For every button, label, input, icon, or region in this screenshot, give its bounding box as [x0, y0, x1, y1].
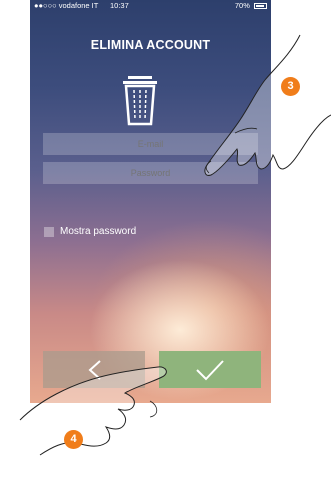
show-password-checkbox[interactable]: [44, 226, 54, 237]
step-marker-3: 3: [281, 77, 300, 96]
show-password-toggle[interactable]: Mostra password: [44, 226, 136, 237]
hand-pointer-icon: [204, 34, 331, 176]
hand-pointer-icon-bottom: [19, 366, 167, 456]
clock: 10:37: [110, 1, 129, 10]
show-password-label: Mostra password: [60, 226, 137, 237]
battery-percent: 70%: [234, 1, 250, 10]
carrier-label: ●●○○○ vodafone IT: [34, 1, 99, 10]
battery-status: 70%: [235, 0, 267, 12]
step-marker-4: 4: [64, 430, 83, 449]
battery-icon: [254, 3, 267, 10]
trash-icon: [123, 76, 157, 126]
status-bar: ●●○○○ vodafone IT 10:37 70%: [30, 0, 271, 12]
